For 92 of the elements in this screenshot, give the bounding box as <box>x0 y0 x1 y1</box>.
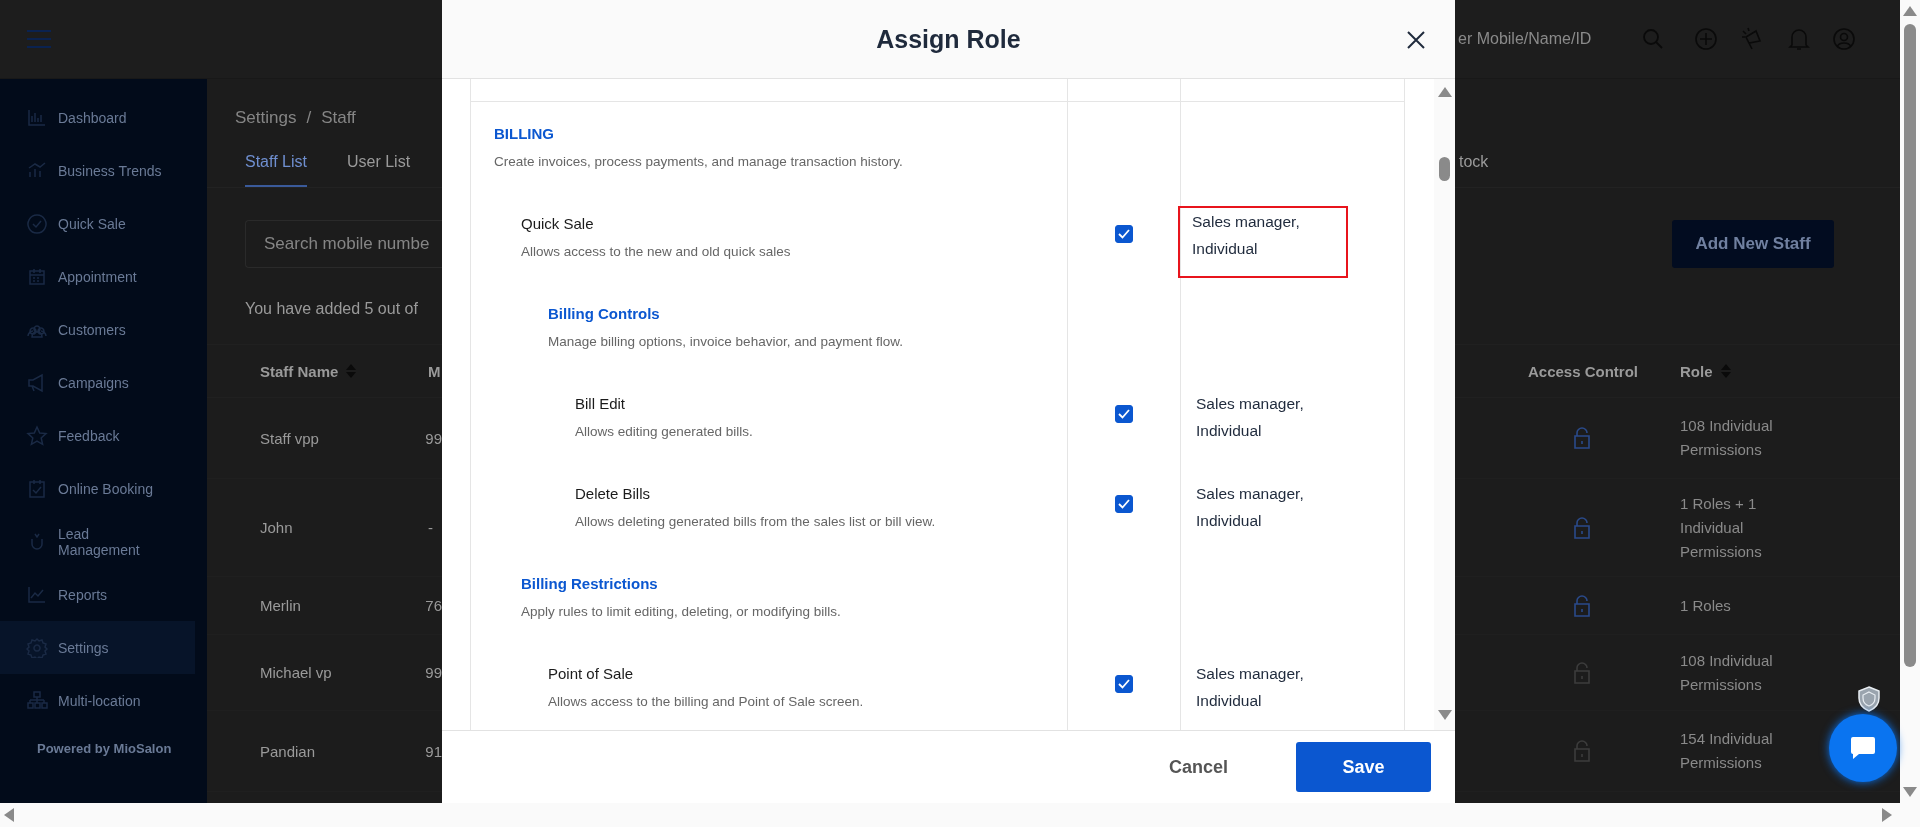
table-cell-text: Staff vpp <box>260 429 320 447</box>
column-header[interactable]: Access Control <box>1528 362 1680 380</box>
shield-icon[interactable] <box>1857 686 1881 712</box>
bar-chart-icon <box>26 107 48 128</box>
table-cell-text: 1 Roles + 1 Individual Permissions <box>1680 493 1763 562</box>
table-cell: - <box>428 519 433 536</box>
scroll-down-icon[interactable] <box>1903 787 1917 797</box>
permission-title: Point of Sale <box>548 664 635 684</box>
assigned-roles: Sales manager, Individual <box>1195 664 1305 711</box>
permission-description: Allows access to the billing and Point of Sale screen. <box>548 693 865 711</box>
table-cell-text: Merlin <box>260 597 302 614</box>
line-chart-icon <box>26 584 48 605</box>
padlock-icon[interactable] <box>1573 516 1591 539</box>
permission-title: Billing Restrictions <box>521 574 659 594</box>
column-header[interactable]: Staff Name <box>260 362 428 380</box>
scroll-up-icon[interactable] <box>1437 87 1452 97</box>
sidebar-item[interactable]: Quick Sale <box>0 197 195 250</box>
table-cell-text: 108 Individual Permissions <box>1680 650 1774 695</box>
hierarchy-icon <box>26 690 48 711</box>
powered-by-text: Powered by MioSalon <box>36 741 173 756</box>
sidebar-item[interactable]: Feedback <box>0 409 195 462</box>
calendar-icon <box>26 266 48 287</box>
assigned-roles: Sales manager, Individual <box>1195 394 1305 441</box>
scrollbar[interactable] <box>0 803 1920 827</box>
permission-description: Create invoices, process payments, and manage transaction history. <box>494 153 904 171</box>
sidebar-item[interactable]: Appointment <box>0 250 195 303</box>
padlock-icon[interactable] <box>1573 594 1591 617</box>
checkbox[interactable] <box>1115 225 1133 243</box>
breadcrumb-item[interactable]: Staff <box>321 108 356 128</box>
table-cell-text: Michael vp <box>260 664 333 681</box>
table-cell: 99 <box>425 429 442 447</box>
save-button[interactable]: Save <box>1296 742 1431 792</box>
assigned-roles: Sales manager, Individual <box>1195 484 1305 531</box>
permission-title: BILLING <box>494 124 555 144</box>
table-cell-text: 154 Individual Permissions <box>1680 729 1774 773</box>
permission-description: Allows editing generated bills. <box>575 423 754 441</box>
table-cell-text: John <box>260 519 294 536</box>
sidebar-item[interactable]: Customers <box>0 303 195 356</box>
checkbox[interactable] <box>1115 405 1133 423</box>
sidebar-item[interactable]: Reports <box>0 568 195 621</box>
permission-description: Apply rules to limit editing, deleting, or modifying bills. <box>521 603 842 621</box>
tab[interactable]: Staff List <box>245 139 307 187</box>
permission-description: Manage billing options, invoice behavior, and payment flow. <box>548 333 904 351</box>
scrollbar[interactable] <box>1900 0 1920 803</box>
permission-description: Allows access to the new and old quick sales <box>521 243 792 261</box>
dialog-title: Assign Role <box>876 24 1021 54</box>
search-field[interactable]: er Mobile/Name/ID <box>1455 16 1642 62</box>
table-cell-text: 108 Individual Permissions <box>1680 416 1774 460</box>
scrollbar-thumb[interactable] <box>1439 157 1450 181</box>
column-header[interactable]: Role <box>1680 362 1731 380</box>
sidebar-item[interactable]: Multi-location <box>0 674 195 727</box>
scroll-right-icon[interactable] <box>1882 808 1892 822</box>
column-header[interactable]: M <box>428 362 441 380</box>
chat-bubble-icon <box>1850 736 1876 760</box>
scrollbar[interactable] <box>1434 79 1455 730</box>
table-cell: 99 <box>425 664 442 681</box>
scrollbar-thumb[interactable] <box>1904 24 1916 667</box>
permission-title: Billing Controls <box>548 304 661 324</box>
table-cell-text: 1 Roles <box>1680 595 1732 616</box>
sidebar-item[interactable]: Campaigns <box>0 356 195 409</box>
add-staff-button[interactable]: Add New Staff <box>1672 220 1834 268</box>
sidebar-item[interactable]: Business Trends <box>0 144 195 197</box>
staff-count-text: You have added 5 out of <box>244 300 418 317</box>
scroll-down-icon[interactable] <box>1437 710 1452 720</box>
permission-title: Quick Sale <box>521 214 595 234</box>
calendar-check-icon <box>26 478 48 499</box>
table-cell-text: Pandian <box>260 742 317 760</box>
chat-button[interactable] <box>1829 714 1897 782</box>
checkbox[interactable] <box>1115 495 1133 513</box>
table-cell: 91 <box>425 742 442 760</box>
sidebar-item[interactable]: Online Booking <box>0 462 195 515</box>
breadcrumb-separator: / <box>306 108 312 128</box>
assigned-roles: Sales manager, Individual <box>1178 206 1348 278</box>
scroll-left-icon[interactable] <box>4 808 14 822</box>
sidebar-item[interactable]: Lead Management <box>0 515 195 568</box>
permission-title: Delete Bills <box>575 484 652 504</box>
tab[interactable]: tock <box>1459 139 1489 187</box>
table-cell: 76 <box>425 597 442 614</box>
permission-title: Bill Edit <box>575 394 627 414</box>
tab[interactable]: User List <box>346 139 411 187</box>
gear-icon <box>26 637 48 658</box>
star-icon <box>26 425 48 446</box>
sidebar-item[interactable]: Settings <box>0 621 195 674</box>
scroll-up-icon[interactable] <box>1903 6 1917 16</box>
close-icon[interactable] <box>1407 31 1425 49</box>
sidebar-item[interactable]: Dashboard <box>0 91 195 144</box>
breadcrumb-item[interactable]: Settings <box>235 108 297 128</box>
permission-description: Allows deleting generated bills from the sales list or bill view. <box>575 513 937 531</box>
padlock-icon[interactable] <box>1573 427 1591 449</box>
search-field[interactable]: Search mobile numbe <box>245 220 442 268</box>
checkbox[interactable] <box>1115 675 1133 693</box>
cancel-button[interactable]: Cancel <box>1162 755 1234 779</box>
